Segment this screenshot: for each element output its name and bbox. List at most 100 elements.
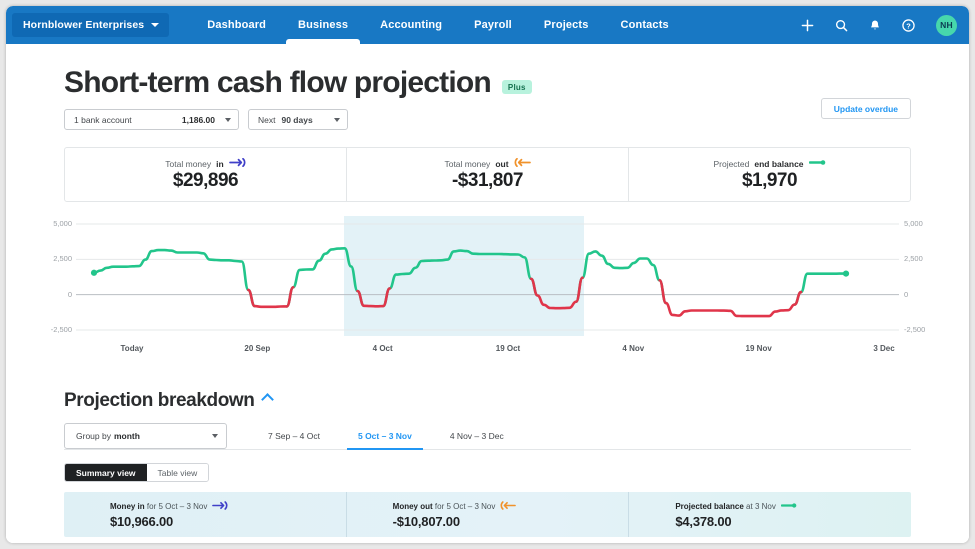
breakdown-card-label: Money in for 5 Oct – 3 Nov	[110, 501, 346, 512]
breakdown-card-value: $4,378.00	[675, 514, 911, 529]
filters-row: 1 bank account 1,186.00 Next 90 days Upd…	[6, 98, 969, 130]
label-emphasis: Money in	[110, 502, 145, 511]
arrow-in-icon	[229, 158, 246, 169]
chevron-down-icon	[151, 23, 159, 27]
period-tabs: 7 Sep – 4 Oct 5 Oct – 3 Nov 4 Nov – 3 De…	[249, 423, 523, 449]
breakdown-card-money-in: Money in for 5 Oct – 3 Nov $10,966.00	[64, 492, 347, 537]
group-by-select[interactable]: Group by month	[64, 423, 227, 449]
group-by-value: month	[114, 431, 140, 441]
label-text: at 3 Nov	[744, 502, 776, 511]
bank-account-label: 1 bank account	[74, 115, 132, 125]
breakdown-card-label: Projected balance at 3 Nov	[675, 501, 911, 512]
chevron-down-icon	[212, 434, 218, 438]
y-tick-left: 0	[46, 290, 72, 299]
summary-view-button[interactable]: Summary view	[65, 464, 147, 481]
nav-item-business[interactable]: Business	[282, 6, 364, 44]
summary-card-end-balance: Projected end balance $1,970	[629, 148, 910, 201]
date-range-prefix: Next	[258, 115, 275, 125]
summary-card-money-in: Total money in $29,896	[65, 148, 347, 201]
summary-card-label: Total money out	[444, 158, 530, 169]
arrow-out-icon	[500, 501, 516, 512]
breakdown-controls: Group by month 7 Sep – 4 Oct 5 Oct – 3 N…	[64, 423, 911, 450]
x-tick: Today	[121, 344, 144, 353]
x-tick: 3 Dec	[873, 344, 894, 353]
table-view-button[interactable]: Table view	[147, 464, 209, 481]
svg-text:?: ?	[906, 21, 911, 30]
period-tab-2[interactable]: 5 Oct – 3 Nov	[339, 423, 431, 449]
label-text: for 5 Oct – 3 Nov	[433, 502, 496, 511]
summary-card-label: Total money in	[165, 158, 245, 169]
start-point-marker	[91, 270, 97, 276]
breakdown-card-value: $10,966.00	[110, 514, 346, 529]
period-tab-3[interactable]: 4 Nov – 3 Dec	[431, 423, 523, 449]
nav-item-contacts[interactable]: Contacts	[605, 6, 685, 44]
projection-breakdown-section: Projection breakdown Group by month 7 Se…	[6, 390, 969, 537]
arrow-out-icon	[514, 158, 531, 169]
nav-links: Dashboard Business Accounting Payroll Pr…	[191, 6, 685, 44]
y-tick-right: 5,000	[904, 219, 930, 228]
y-tick-left: -2,500	[46, 325, 72, 334]
summary-card-value: $29,896	[173, 171, 238, 191]
chevron-down-icon	[225, 118, 231, 122]
nav-item-dashboard[interactable]: Dashboard	[191, 6, 282, 44]
view-toggle: Summary view Table view	[64, 463, 209, 482]
breakdown-card-money-out: Money out for 5 Oct – 3 Nov -$10,807.00	[347, 492, 630, 537]
label-emphasis: out	[495, 159, 508, 169]
nav-item-payroll[interactable]: Payroll	[458, 6, 528, 44]
update-overdue-button[interactable]: Update overdue	[821, 98, 911, 119]
label-text: for 5 Oct – 3 Nov	[145, 502, 208, 511]
label-emphasis: in	[216, 159, 224, 169]
x-tick: 20 Sep	[244, 344, 270, 353]
y-tick-right: 2,500	[904, 254, 930, 263]
help-icon[interactable]: ?	[902, 19, 915, 32]
x-tick: 4 Oct	[373, 344, 393, 353]
breakdown-card-value: -$10,807.00	[393, 514, 629, 529]
breakdown-header[interactable]: Projection breakdown	[64, 390, 911, 412]
cash-flow-chart[interactable]: 5,000 2,500 0 -2,500 5,000 2,500 0 -2,500 Toda…	[6, 216, 969, 364]
y-tick-left: 5,000	[46, 219, 72, 228]
bank-account-select[interactable]: 1 bank account 1,186.00	[64, 109, 239, 130]
search-icon[interactable]	[835, 19, 848, 32]
chevron-up-icon[interactable]	[262, 393, 275, 406]
breakdown-cards: Money in for 5 Oct – 3 Nov $10,966.00 Mo…	[64, 492, 911, 537]
app-window: Hornblower Enterprises Dashboard Busines…	[6, 6, 969, 543]
period-tab-1[interactable]: 7 Sep – 4 Oct	[249, 423, 339, 449]
highlight-band	[344, 216, 584, 336]
chart-canvas	[6, 216, 969, 336]
plus-icon[interactable]	[801, 19, 814, 32]
date-range-value: 90 days	[281, 115, 312, 125]
breakdown-card-projected-balance: Projected balance at 3 Nov $4,378.00	[629, 492, 911, 537]
page-header: Short-term cash flow projection Plus	[6, 44, 969, 98]
plan-badge: Plus	[502, 80, 532, 94]
y-tick-right: -2,500	[904, 325, 930, 334]
date-range-select[interactable]: Next 90 days	[248, 109, 348, 130]
org-name: Hornblower Enterprises	[23, 19, 144, 31]
nav-item-accounting[interactable]: Accounting	[364, 6, 458, 44]
summary-card-money-out: Total money out -$31,807	[347, 148, 629, 201]
org-switcher[interactable]: Hornblower Enterprises	[12, 13, 169, 37]
breakdown-title: Projection breakdown	[64, 390, 254, 412]
x-tick: 19 Oct	[496, 344, 520, 353]
label-emphasis: end balance	[754, 159, 803, 169]
y-tick-left: 2,500	[46, 254, 72, 263]
top-navigation-bar: Hornblower Enterprises Dashboard Busines…	[6, 6, 969, 44]
label-text: Projected	[713, 159, 749, 169]
arrow-balance-icon	[781, 501, 797, 512]
avatar[interactable]: NH	[936, 15, 957, 36]
arrow-balance-icon	[809, 158, 826, 169]
y-tick-right: 0	[904, 290, 930, 299]
summary-cards: Total money in $29,896 Total money out -…	[64, 147, 911, 202]
breakdown-card-label: Money out for 5 Oct – 3 Nov	[393, 501, 629, 512]
group-by-prefix: Group by	[76, 431, 111, 441]
nav-item-projects[interactable]: Projects	[528, 6, 605, 44]
summary-card-value: $1,970	[742, 171, 797, 191]
page-title: Short-term cash flow projection	[64, 68, 491, 98]
label-text: Total money	[444, 159, 490, 169]
summary-card-value: -$31,807	[452, 171, 523, 191]
summary-card-label: Projected end balance	[713, 158, 825, 169]
bell-icon[interactable]	[869, 19, 881, 32]
end-point-marker	[843, 271, 849, 277]
page-body: Short-term cash flow projection Plus 1 b…	[6, 44, 969, 543]
chevron-down-icon	[334, 118, 340, 122]
arrow-in-icon	[212, 501, 228, 512]
